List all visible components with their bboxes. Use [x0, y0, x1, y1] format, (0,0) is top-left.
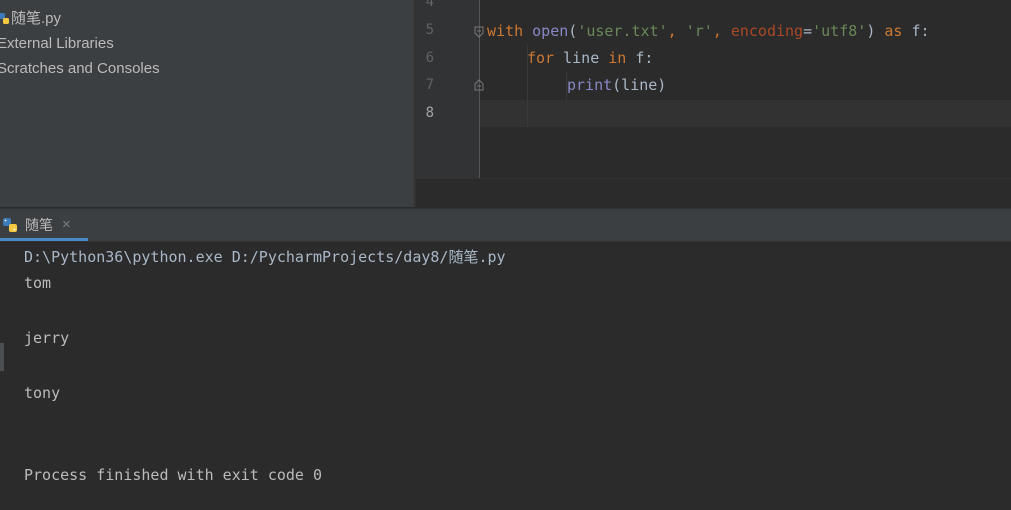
builtin-function: print: [567, 76, 613, 94]
code-token: line: [554, 49, 609, 67]
code-token: f:: [626, 49, 654, 67]
tree-item-label: 随笔.py: [11, 10, 62, 27]
string-literal: 'r': [685, 22, 713, 40]
code-token: f:: [902, 22, 930, 40]
line-number-active: 8: [425, 105, 434, 121]
code-token: (line): [612, 76, 667, 94]
code-line-6: for line in f:: [527, 45, 653, 72]
builtin-function: open: [532, 22, 569, 40]
project-tree: 随笔.py External Libraries Scratches and C…: [0, 0, 414, 207]
tree-item-label: External Libraries: [0, 35, 114, 52]
active-tab-indicator: [0, 238, 88, 241]
keyword: as: [884, 22, 903, 40]
code-editor[interactable]: 4 5 6 7 8 with open('user.txt', 'r', enc…: [416, 0, 1011, 207]
tree-item-scratches[interactable]: Scratches and Consoles: [0, 57, 160, 81]
fold-open-icon[interactable]: [474, 26, 484, 38]
current-line-highlight: [480, 100, 1011, 127]
line-number: 7: [425, 77, 434, 93]
keyword: in: [608, 49, 627, 67]
code-token: ,: [712, 22, 731, 40]
code-line-5: with open('user.txt', 'r', encoding='utf…: [487, 18, 930, 45]
code-token: ): [866, 22, 885, 40]
tree-item-label: Scratches and Consoles: [0, 60, 160, 77]
python-file-icon: [0, 13, 9, 25]
tree-item-suibi-py[interactable]: 随笔.py: [0, 7, 61, 31]
line-number: 4: [425, 0, 434, 10]
console-exit-message: Process finished with exit code 0: [24, 466, 323, 484]
console-command-line: D:\Python36\python.exe D:/PycharmProject…: [24, 248, 506, 266]
run-tab-label: 随笔: [25, 217, 53, 233]
run-tab-suibi[interactable]: 随笔 ×: [0, 209, 88, 241]
console-output-line: tony: [24, 384, 61, 402]
line-number: 6: [425, 50, 434, 66]
line-number: 5: [425, 22, 434, 38]
console-output-line: jerry: [24, 329, 70, 347]
keyword: with: [487, 22, 524, 40]
code-token: =: [803, 22, 813, 40]
python-run-icon: [3, 218, 17, 232]
console-scroll-marker: [0, 343, 4, 371]
keyword-argument: encoding: [730, 22, 804, 40]
string-literal: 'user.txt': [577, 22, 668, 40]
tree-item-external-libraries[interactable]: External Libraries: [0, 32, 114, 56]
code-token: (: [568, 22, 578, 40]
ide-window: 随笔.py External Libraries Scratches and C…: [0, 0, 1011, 510]
close-icon[interactable]: ×: [62, 209, 71, 241]
keyword: for: [527, 49, 555, 67]
string-literal: 'utf8': [812, 22, 867, 40]
code-line-7: print(line): [567, 72, 666, 99]
run-toolwindow-header: 随笔 ×: [0, 208, 1011, 242]
code-token: ,: [667, 22, 686, 40]
editor-bottom-area: [416, 178, 1011, 207]
console-output-line: tom: [24, 274, 52, 292]
fold-end-icon[interactable]: [474, 79, 484, 91]
run-console[interactable]: D:\Python36\python.exe D:/PycharmProject…: [0, 242, 1011, 510]
